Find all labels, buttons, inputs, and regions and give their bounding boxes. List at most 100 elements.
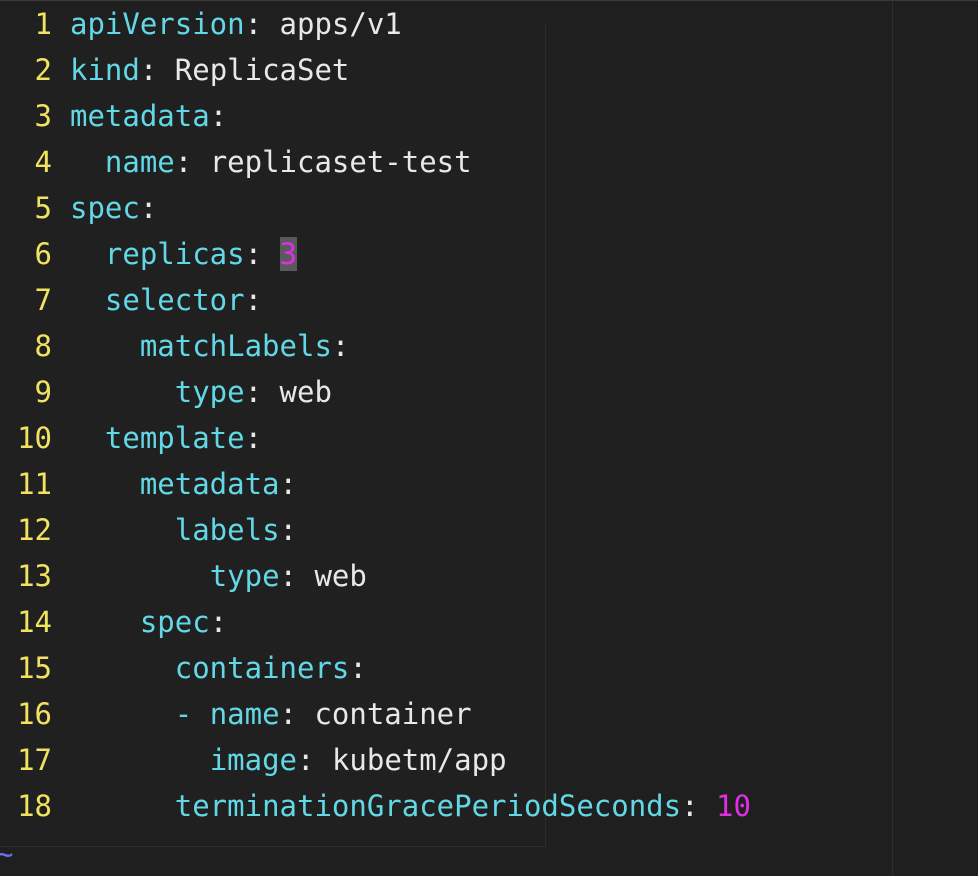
code-line[interactable]: 3 metadata: xyxy=(0,93,880,139)
code-line[interactable]: 13 type: web xyxy=(0,553,880,599)
yaml-colon: : xyxy=(174,145,193,179)
yaml-key: labels xyxy=(174,513,280,547)
yaml-colon: : xyxy=(139,53,158,87)
code-line[interactable]: 15 containers: xyxy=(0,645,880,691)
yaml-key: containers xyxy=(174,651,350,685)
yaml-colon: : xyxy=(139,191,158,225)
yaml-colon: : xyxy=(244,237,263,271)
code-line[interactable]: 11 metadata: xyxy=(0,461,880,507)
yaml-colon: : xyxy=(681,789,699,823)
code-line[interactable]: 16 - name: container xyxy=(0,691,880,737)
yaml-key: spec xyxy=(70,191,140,225)
line-number: 7 xyxy=(34,283,52,317)
yaml-colon: : xyxy=(297,743,315,777)
yaml-key: spec xyxy=(139,605,210,639)
code-line[interactable]: 5 spec: xyxy=(0,185,880,231)
line-number: 9 xyxy=(34,375,52,409)
line-number: 6 xyxy=(34,237,52,271)
code-lines[interactable]: 1 apiVersion: apps/v1 2 kind: ReplicaSet 3 me… xyxy=(0,1,880,829)
line-number: 15 xyxy=(17,651,52,685)
yaml-key: type xyxy=(209,559,280,593)
yaml-value-with-cursor: 3 xyxy=(279,237,298,271)
code-line[interactable]: 18 terminationGracePeriodSeconds: 10 xyxy=(0,783,880,829)
line-number: 4 xyxy=(34,145,52,179)
code-line[interactable]: 1 apiVersion: apps/v1 xyxy=(0,1,880,47)
vim-editor[interactable]: 1 apiVersion: apps/v1 2 kind: ReplicaSet 3 me… xyxy=(0,0,978,876)
yaml-colon: : xyxy=(244,7,263,41)
code-line[interactable]: 12 labels: xyxy=(0,507,880,553)
yaml-value: web xyxy=(279,375,332,409)
line-number: 11 xyxy=(17,467,52,501)
line-number: 8 xyxy=(34,329,52,363)
yaml-value: 10 xyxy=(716,789,751,823)
yaml-value: apps/v1 xyxy=(279,7,402,41)
code-line[interactable]: 6 replicas: 3 xyxy=(0,231,880,277)
yaml-value: replicaset-test xyxy=(209,145,472,179)
line-number: 3 xyxy=(34,99,52,133)
yaml-key: type xyxy=(174,375,245,409)
yaml-key: terminationGracePeriodSeconds xyxy=(174,789,682,823)
code-line[interactable]: 4 name: replicaset-test xyxy=(0,139,880,185)
line-number: 13 xyxy=(17,559,52,593)
yaml-key: template xyxy=(104,421,245,455)
code-line[interactable]: 7 selector: xyxy=(0,277,880,323)
code-line[interactable]: 10 template: xyxy=(0,415,880,461)
yaml-key: metadata xyxy=(139,467,280,501)
line-number: 18 xyxy=(17,789,52,823)
yaml-colon: : xyxy=(279,467,297,501)
yaml-value: ReplicaSet xyxy=(174,53,350,87)
yaml-key: matchLabels xyxy=(139,329,332,363)
line-number: 5 xyxy=(34,191,52,225)
yaml-colon: : xyxy=(244,421,263,455)
yaml-colon: : xyxy=(244,375,263,409)
code-line[interactable]: 17 image: kubetm/app xyxy=(0,737,880,783)
line-number: 2 xyxy=(34,53,52,87)
line-number: 12 xyxy=(17,513,52,547)
code-line[interactable]: 9 type: web xyxy=(0,369,880,415)
yaml-key: selector xyxy=(104,283,245,317)
code-line[interactable]: 2 kind: ReplicaSet xyxy=(0,47,880,93)
line-number: 1 xyxy=(34,7,52,41)
empty-line-marker: ~ xyxy=(0,837,14,871)
yaml-key: apiVersion xyxy=(70,7,245,41)
code-line[interactable]: 8 matchLabels: xyxy=(0,323,880,369)
yaml-key: kind xyxy=(70,53,140,87)
yaml-value: container xyxy=(314,697,472,731)
window-split-divider[interactable] xyxy=(892,1,893,876)
yaml-colon: : xyxy=(244,283,263,317)
yaml-key: name xyxy=(104,145,175,179)
yaml-value: web xyxy=(314,559,367,593)
yaml-colon: : xyxy=(209,99,228,133)
yaml-colon: : xyxy=(279,513,297,547)
yaml-value: kubetm/app xyxy=(331,743,507,777)
list-dash: - xyxy=(174,697,210,731)
code-line[interactable]: 14 spec: xyxy=(0,599,880,645)
yaml-key: name xyxy=(209,697,280,731)
yaml-key: metadata xyxy=(70,99,210,133)
yaml-colon: : xyxy=(279,697,297,731)
yaml-colon: : xyxy=(331,329,350,363)
